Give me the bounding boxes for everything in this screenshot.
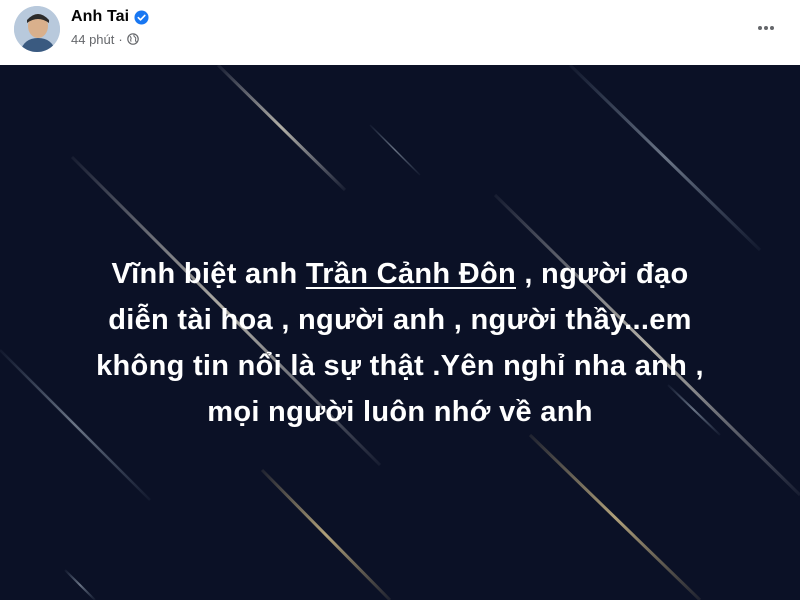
author-name[interactable]: Anh Tai <box>71 8 129 26</box>
avatar-photo <box>14 6 60 52</box>
post-meta: 44 phút · <box>71 30 139 48</box>
facebook-post: Anh Tai 44 phút · Vĩnh biệt anh Trần Cản… <box>0 0 800 600</box>
post-image[interactable]: Vĩnh biệt anh Trần Cảnh Đôn , người đạo … <box>0 65 800 600</box>
globe-icon[interactable] <box>126 33 139 45</box>
image-caption-text: Vĩnh biệt anh Trần Cảnh Đôn , người đạo … <box>40 251 760 435</box>
caption-line-3: không tin nổi là sự thật .Yên nghỉ nha a… <box>96 350 704 382</box>
more-options-button[interactable] <box>748 10 784 46</box>
avatar[interactable] <box>14 6 60 52</box>
caption-line-1-start: Vĩnh biệt anh <box>111 258 306 290</box>
timestamp-link[interactable]: 44 phút <box>71 32 114 47</box>
meta-separator: · <box>118 31 123 47</box>
caption-line-4: mọi người luôn nhớ về anh <box>207 396 593 428</box>
mention-link[interactable]: Trần Cảnh Đôn <box>306 258 516 290</box>
caption-line-2: diễn tài hoa , người anh , người thầy...… <box>108 304 692 336</box>
author-line: Anh Tai <box>71 6 149 28</box>
more-horizontal-icon <box>758 26 774 30</box>
caption-line-1: Vĩnh biệt anh Trần Cảnh Đôn , người đạo <box>40 251 760 297</box>
verified-badge-icon <box>134 9 149 25</box>
post-header: Anh Tai 44 phút · <box>0 0 800 65</box>
caption-line-1-end: , người đạo <box>515 258 689 290</box>
